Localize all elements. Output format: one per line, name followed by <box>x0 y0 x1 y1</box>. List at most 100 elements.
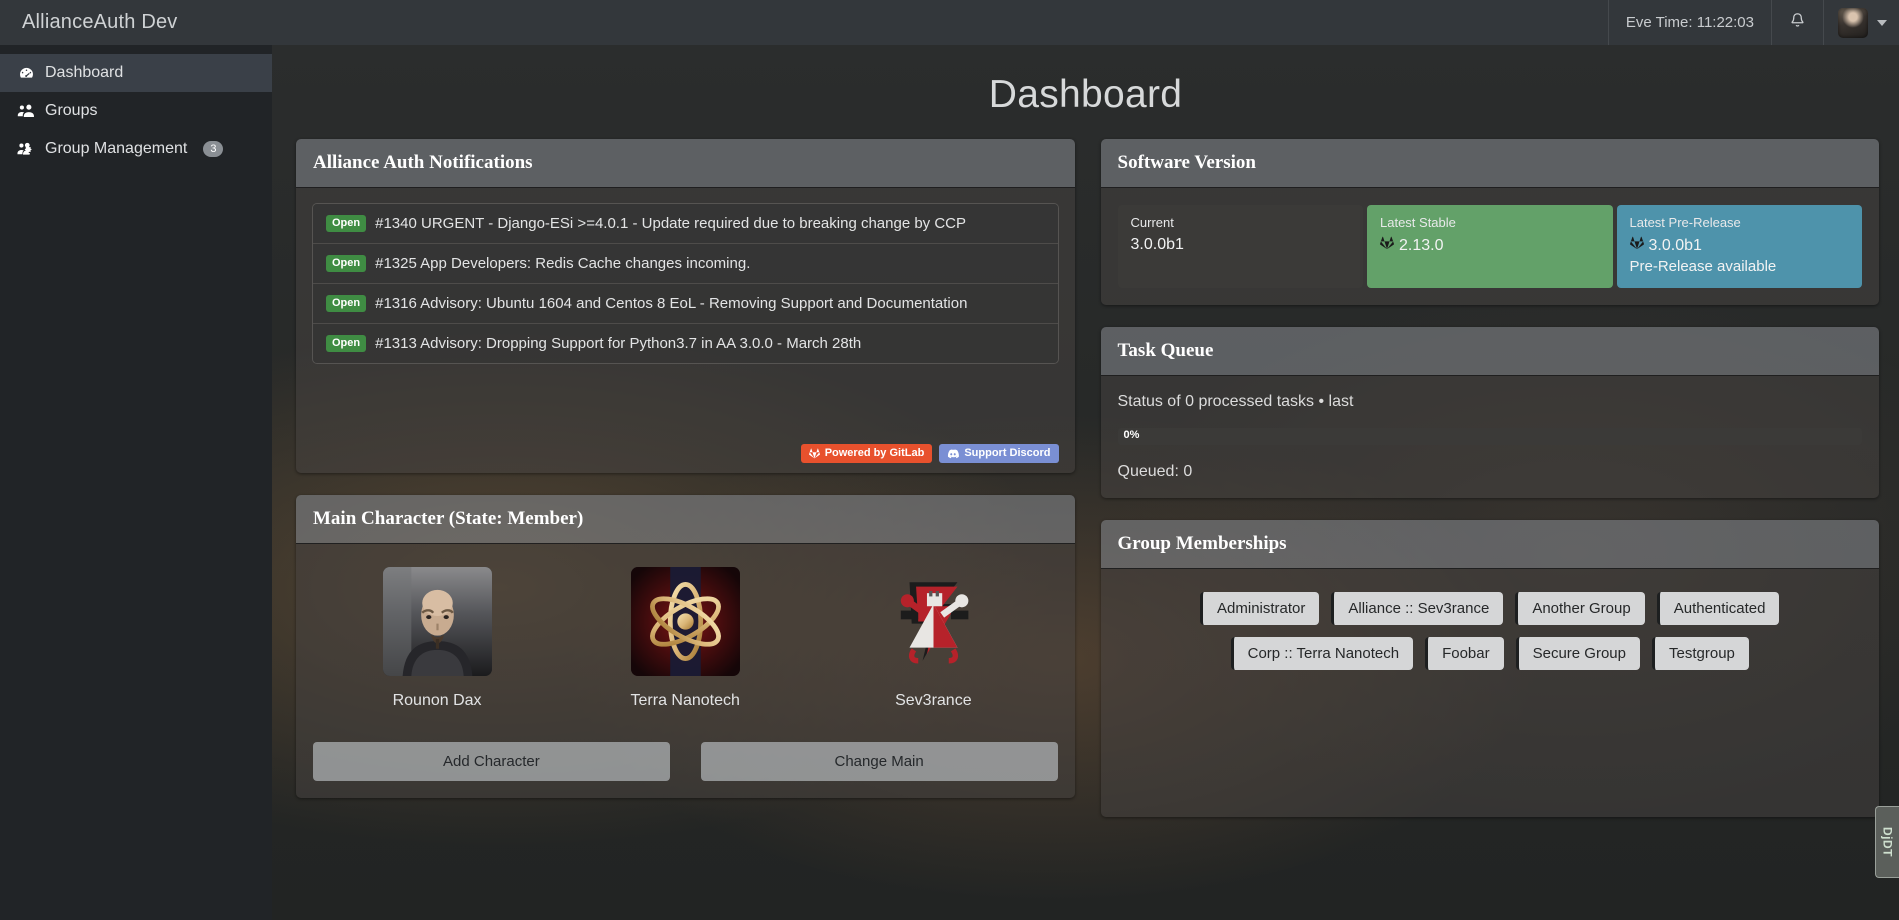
notification-text: #1325 App Developers: Redis Cache change… <box>375 255 750 272</box>
sidebar: Dashboard Groups Group Management 3 <box>0 45 272 920</box>
group-chip[interactable]: Foobar <box>1425 637 1504 670</box>
dashboard-grid: Alliance Auth Notifications Open #1340 U… <box>272 117 1899 839</box>
notifications-footer-links: Powered by GitLab Support Discord <box>801 444 1059 463</box>
notifications-bell-button[interactable] <box>1771 0 1823 45</box>
version-value: 3.0.0b1 <box>1131 236 1351 254</box>
eve-time-display: Eve Time: 11:22:03 <box>1608 0 1771 45</box>
brand-title[interactable]: AllianceAuth Dev <box>0 11 178 34</box>
character-card[interactable]: Sev3rance <box>809 567 1057 710</box>
navbar-right-group: Eve Time: 11:22:03 <box>1608 0 1899 45</box>
panel-title: Group Memberships <box>1101 520 1880 569</box>
version-note: Pre-Release available <box>1630 258 1850 275</box>
djdt-label: DjDT <box>1881 827 1895 857</box>
task-queue-panel: Task Queue Status of 0 processed tasks •… <box>1101 327 1880 498</box>
panel-title: Task Queue <box>1101 327 1880 376</box>
task-queue-queued-count: Queued: 0 <box>1118 463 1863 481</box>
main-character-panel: Main Character (State: Member) <box>296 495 1075 798</box>
left-column: Alliance Auth Notifications Open #1340 U… <box>296 139 1075 839</box>
version-label: Latest Stable <box>1380 215 1600 230</box>
version-row: Current 3.0.0b1 Latest Stable <box>1118 205 1863 288</box>
django-debug-toolbar-handle[interactable]: DjDT <box>1875 806 1899 878</box>
group-chip-row: Corp :: Terra Nanotech Foobar Secure Gro… <box>1118 637 1863 670</box>
group-memberships-body: Administrator Alliance :: Sev3rance Anot… <box>1101 569 1880 817</box>
discord-icon <box>947 449 959 459</box>
character-name: Rounon Dax <box>313 692 561 710</box>
list-item[interactable]: Open #1325 App Developers: Redis Cache c… <box>313 244 1058 284</box>
sidebar-item-badge: 3 <box>203 141 223 157</box>
add-character-button[interactable]: Add Character <box>313 742 670 781</box>
group-chip-rows: Administrator Alliance :: Sev3rance Anot… <box>1118 586 1863 670</box>
gitlab-icon <box>1630 236 1644 255</box>
character-actions: Add Character Change Main <box>313 742 1058 781</box>
version-label: Latest Pre-Release <box>1630 215 1850 230</box>
group-chip[interactable]: Alliance :: Sev3rance <box>1331 592 1503 625</box>
main-content: Dashboard Alliance Auth Notifications Op… <box>272 45 1899 920</box>
panel-title: Main Character (State: Member) <box>296 495 1075 544</box>
chevron-down-icon <box>1877 20 1887 26</box>
sidebar-item-dashboard[interactable]: Dashboard <box>0 54 272 92</box>
character-card[interactable]: Terra Nanotech <box>561 567 809 710</box>
notification-text: #1316 Advisory: Ubuntu 1604 and Centos 8… <box>375 295 967 312</box>
avatar <box>1838 8 1868 38</box>
users-gear-icon <box>16 141 36 157</box>
notification-text: #1313 Advisory: Dropping Support for Pyt… <box>375 335 861 352</box>
version-box-latest-prerelease: Latest Pre-Release 3.0.0b1 Pre-Release a… <box>1617 205 1863 288</box>
version-value-row: 2.13.0 <box>1380 236 1600 255</box>
character-portrait <box>383 567 492 676</box>
change-main-button[interactable]: Change Main <box>701 742 1058 781</box>
group-memberships-panel: Group Memberships Administrator Alliance… <box>1101 520 1880 817</box>
sidebar-item-label: Dashboard <box>45 64 123 82</box>
character-name: Terra Nanotech <box>561 692 809 710</box>
task-queue-body: Status of 0 processed tasks • last 0% Qu… <box>1101 376 1880 498</box>
link-label: Powered by GitLab <box>825 448 925 459</box>
alliance-logo <box>879 567 988 676</box>
group-chip[interactable]: Authenticated <box>1657 592 1780 625</box>
group-chip[interactable]: Administrator <box>1200 592 1319 625</box>
gitlab-icon <box>809 448 820 459</box>
sidebar-item-groups[interactable]: Groups <box>0 92 272 130</box>
bell-icon <box>1789 11 1806 34</box>
support-discord-link[interactable]: Support Discord <box>939 444 1058 463</box>
link-label: Support Discord <box>964 448 1050 459</box>
version-label: Current <box>1131 215 1351 230</box>
status-badge: Open <box>326 335 366 352</box>
sidebar-item-label: Groups <box>45 102 97 120</box>
dashboard-gauge-icon <box>16 65 36 82</box>
progress-label: 0% <box>1124 429 1140 441</box>
sidebar-item-label: Group Management <box>45 140 187 158</box>
software-version-body: Current 3.0.0b1 Latest Stable <box>1101 188 1880 305</box>
task-queue-status: Status of 0 processed tasks • last <box>1118 393 1863 411</box>
character-list: Rounon Dax <box>313 561 1058 710</box>
corporation-logo <box>631 567 740 676</box>
alliance-auth-notifications-panel: Alliance Auth Notifications Open #1340 U… <box>296 139 1075 473</box>
panel-title: Software Version <box>1101 139 1880 188</box>
version-box-latest-stable: Latest Stable 2.13.0 <box>1367 205 1613 288</box>
main-character-body: Rounon Dax <box>296 544 1075 798</box>
right-column: Software Version Current 3.0.0b1 Latest … <box>1101 139 1880 839</box>
group-chip[interactable]: Corp :: Terra Nanotech <box>1231 637 1413 670</box>
user-menu-button[interactable] <box>1823 0 1899 45</box>
version-value: 3.0.0b1 <box>1649 237 1702 255</box>
notifications-body: Open #1340 URGENT - Django-ESi >=4.0.1 -… <box>296 188 1075 473</box>
powered-by-gitlab-link[interactable]: Powered by GitLab <box>801 444 933 463</box>
group-chip[interactable]: Secure Group <box>1516 637 1640 670</box>
page-title: Dashboard <box>272 45 1899 117</box>
gitlab-icon <box>1380 236 1394 255</box>
group-chip[interactable]: Testgroup <box>1652 637 1749 670</box>
version-value-row: 3.0.0b1 <box>1630 236 1850 255</box>
task-queue-progress-bar: 0% <box>1118 428 1863 445</box>
panel-title: Alliance Auth Notifications <box>296 139 1075 188</box>
software-version-panel: Software Version Current 3.0.0b1 Latest … <box>1101 139 1880 305</box>
list-item[interactable]: Open #1316 Advisory: Ubuntu 1604 and Cen… <box>313 284 1058 324</box>
list-item[interactable]: Open #1313 Advisory: Dropping Support fo… <box>313 324 1058 363</box>
group-chip[interactable]: Another Group <box>1515 592 1644 625</box>
status-badge: Open <box>326 255 366 272</box>
character-name: Sev3rance <box>809 692 1057 710</box>
version-value: 2.13.0 <box>1399 237 1443 255</box>
sidebar-item-group-management[interactable]: Group Management 3 <box>0 130 272 168</box>
character-card[interactable]: Rounon Dax <box>313 567 561 710</box>
version-box-current: Current 3.0.0b1 <box>1118 205 1364 288</box>
list-item[interactable]: Open #1340 URGENT - Django-ESi >=4.0.1 -… <box>313 204 1058 244</box>
users-icon <box>16 103 36 119</box>
notification-list: Open #1340 URGENT - Django-ESi >=4.0.1 -… <box>312 203 1059 364</box>
